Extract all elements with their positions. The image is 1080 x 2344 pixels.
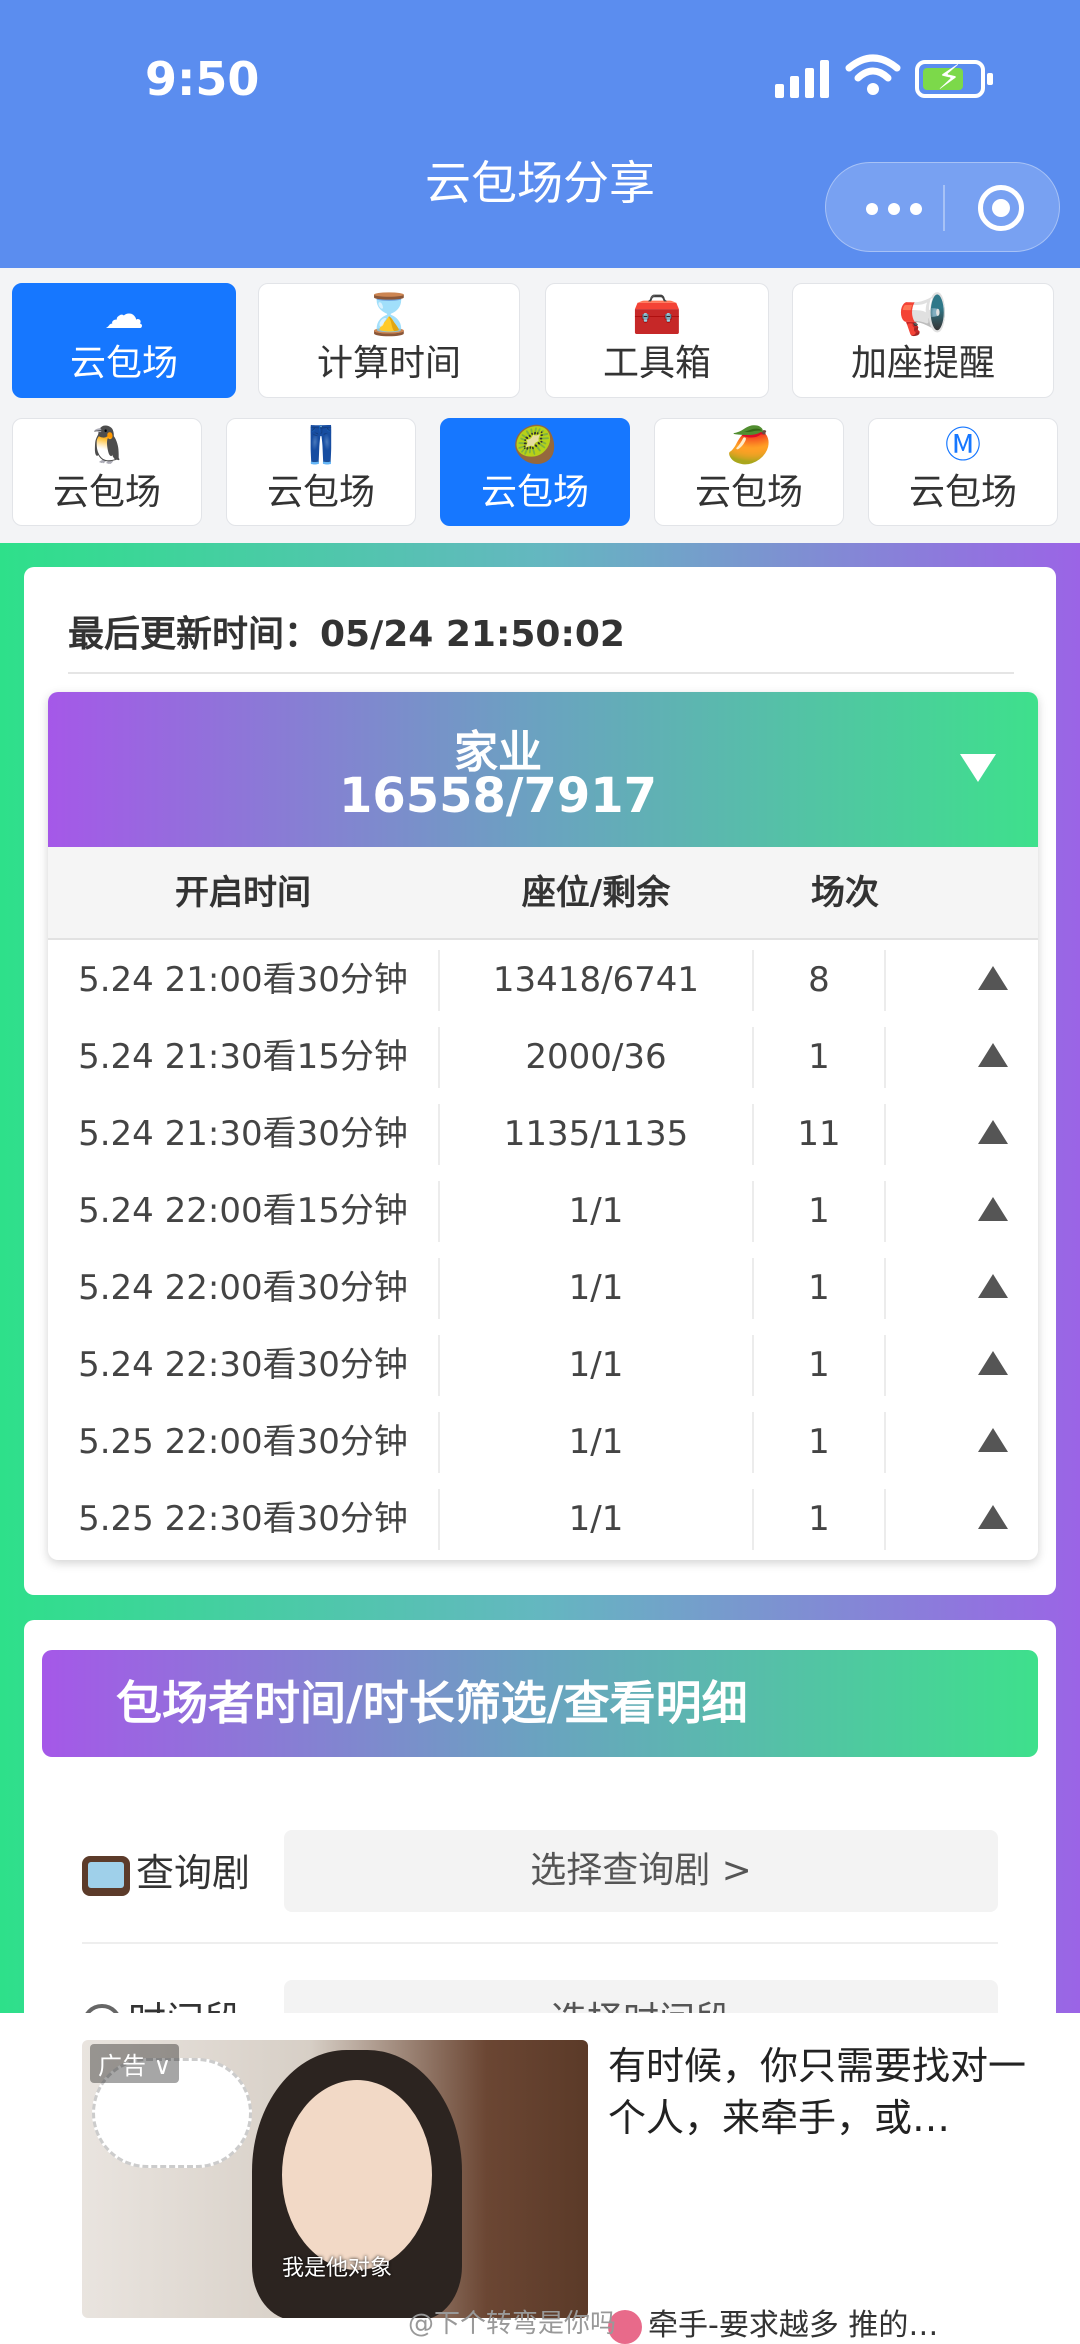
expand-triangle-icon[interactable] — [978, 1351, 1008, 1375]
row-count: 8 — [808, 960, 830, 1000]
person-face — [282, 2080, 432, 2270]
row-count: 1 — [808, 1422, 830, 1462]
ad-subtitle: 我是他对象 — [282, 2256, 393, 2281]
expand-triangle-icon[interactable] — [978, 1120, 1008, 1144]
cellular-signal-icon — [775, 58, 831, 98]
row-count: 1 — [808, 1037, 830, 1077]
row-open-time: 5.24 22:00看30分钟 — [78, 1268, 408, 1308]
jeans-icon: 👖 — [298, 425, 344, 466]
row-count: 1 — [808, 1191, 830, 1231]
row-open-time: 5.24 21:30看30分钟 — [78, 1114, 408, 1154]
expand-triangle-icon[interactable] — [978, 1274, 1008, 1298]
row-seats: 2000/36 — [525, 1037, 667, 1077]
row-count: 11 — [797, 1114, 841, 1154]
divider — [884, 1335, 886, 1396]
row-seats: 1/1 — [568, 1268, 624, 1308]
select-drama-button[interactable]: 选择查询剧 > — [284, 1830, 998, 1912]
m-circle-icon: Ⓜ — [944, 425, 981, 466]
table-header: 开启时间 座位/剩余 场次 — [48, 847, 1038, 940]
table-row[interactable]: 5.24 22:30看30分钟 1/1 1 — [48, 1327, 1038, 1404]
status-time: 9:50 — [145, 52, 260, 106]
expand-triangle-icon[interactable] — [978, 1043, 1008, 1067]
divider — [884, 1104, 886, 1165]
tab-toolbox[interactable]: 🧰 工具箱 — [545, 283, 769, 398]
subtab-m[interactable]: Ⓜ 云包场 — [868, 418, 1058, 526]
tab-cloud-venue[interactable]: ☁ 云包场 — [12, 283, 236, 398]
expand-triangle-icon[interactable] — [978, 1505, 1008, 1529]
row-count: 1 — [808, 1499, 830, 1539]
divider — [884, 1027, 886, 1088]
subtab-penguin[interactable]: 🐧 云包场 — [12, 418, 202, 526]
subtab-mango[interactable]: 🥭 云包场 — [654, 418, 844, 526]
table-row[interactable]: 5.25 22:30看30分钟 1/1 1 — [48, 1481, 1038, 1558]
divider — [884, 1489, 886, 1550]
row-open-time: 5.24 21:00看30分钟 — [78, 960, 408, 1000]
ad-source[interactable]: 牵手-要求越多 推的… — [608, 2300, 938, 2344]
battery-icon: ⚡ — [915, 58, 993, 98]
row-seats: 1/1 — [568, 1191, 624, 1231]
row-seats: 1/1 — [568, 1499, 624, 1539]
table-row[interactable]: 5.24 22:00看15分钟 1/1 1 — [48, 1173, 1038, 1250]
toolbox-icon: 🧰 — [632, 292, 682, 338]
divider — [82, 1942, 998, 1944]
secondary-tabs: 🐧 云包场 👖 云包场 🥝 云包场 🥭 云包场 Ⓜ 云包场 — [0, 408, 1080, 543]
divider — [884, 1181, 886, 1242]
subtab-kiwi[interactable]: 🥝 云包场 — [440, 418, 630, 526]
close-target-icon[interactable] — [978, 185, 1024, 231]
row-count: 1 — [808, 1268, 830, 1308]
row-count: 1 — [808, 1345, 830, 1385]
expand-triangle-icon[interactable] — [978, 1197, 1008, 1221]
venue-table: 家业 16558/7917 开启时间 座位/剩余 场次 5.24 21:00看3… — [48, 692, 1038, 1560]
row-seats: 1/1 — [568, 1422, 624, 1462]
table-row[interactable]: 5.25 22:00看30分钟 1/1 1 — [48, 1404, 1038, 1481]
cloud-icon: ☁ — [104, 292, 144, 338]
expand-triangle-icon[interactable] — [978, 1428, 1008, 1452]
row-seats: 1/1 — [568, 1345, 624, 1385]
megaphone-icon: 📢 — [898, 292, 948, 338]
divider — [884, 950, 886, 1011]
mango-icon: 🥭 — [726, 425, 772, 466]
expand-triangle-icon[interactable] — [978, 966, 1008, 990]
top-bar: 9:50 ⚡ 云包场分享 — [0, 0, 1080, 268]
subtab-jeans[interactable]: 👖 云包场 — [226, 418, 416, 526]
tab-calc-time[interactable]: ⌛ 计算时间 — [258, 283, 520, 398]
row-open-time: 5.25 22:30看30分钟 — [78, 1499, 408, 1539]
kiwi-icon: 🥝 — [512, 425, 558, 466]
row-open-time: 5.25 22:00看30分钟 — [78, 1422, 408, 1462]
header-count: 场次 — [811, 873, 879, 913]
row-open-time: 5.24 21:30看15分钟 — [78, 1037, 408, 1077]
table-row[interactable]: 5.24 21:30看15分钟 2000/36 1 — [48, 1019, 1038, 1096]
table-row[interactable]: 5.24 21:00看30分钟 13418/6741 8 — [48, 942, 1038, 1019]
tv-icon — [82, 1855, 130, 1896]
penguin-icon: 🐧 — [84, 425, 130, 466]
row-open-time: 5.24 22:00看15分钟 — [78, 1191, 408, 1231]
filter-title: 包场者时间/时长筛选/查看明细 — [116, 1676, 748, 1730]
watermark: @下个转弯是你吗 — [408, 2309, 617, 2339]
header-seats: 座位/剩余 — [521, 873, 671, 913]
divider — [884, 1258, 886, 1319]
header-open-time: 开启时间 — [175, 873, 311, 913]
row-seats: 1135/1135 — [503, 1114, 689, 1154]
wifi-icon — [845, 54, 901, 95]
more-icon[interactable] — [856, 183, 946, 233]
ad-tag[interactable]: 广告 ∨ — [90, 2044, 180, 2083]
table-row[interactable]: 5.24 22:00看30分钟 1/1 1 — [48, 1250, 1038, 1327]
table-row[interactable]: 5.24 21:30看30分钟 1135/1135 11 — [48, 1096, 1038, 1173]
ad-text[interactable]: 有时候，你只需要找对一个人，来牵手，或… — [608, 2040, 1028, 2144]
last-updated: 最后更新时间：05/24 21:50:02 — [68, 614, 625, 655]
filter-title-bar: 包场者时间/时长筛选/查看明细 — [42, 1650, 1038, 1757]
tab-seat-alert[interactable]: 📢 加座提醒 — [792, 283, 1054, 398]
hourglass-icon: ⌛ — [364, 292, 414, 338]
row-open-time: 5.24 22:30看30分钟 — [78, 1345, 408, 1385]
series-header[interactable]: 家业 16558/7917 — [48, 692, 1038, 847]
mini-program-capsule — [825, 162, 1060, 252]
divider — [884, 1412, 886, 1473]
divider — [68, 672, 1014, 674]
series-numbers: 16558/7917 — [338, 768, 658, 824]
row-seats: 13418/6741 — [492, 960, 700, 1000]
primary-tabs: ☁ 云包场 ⌛ 计算时间 🧰 工具箱 📢 加座提醒 — [0, 268, 1080, 408]
drama-label: 查询剧 — [82, 1842, 250, 1897]
collapse-triangle-icon[interactable] — [960, 754, 996, 782]
